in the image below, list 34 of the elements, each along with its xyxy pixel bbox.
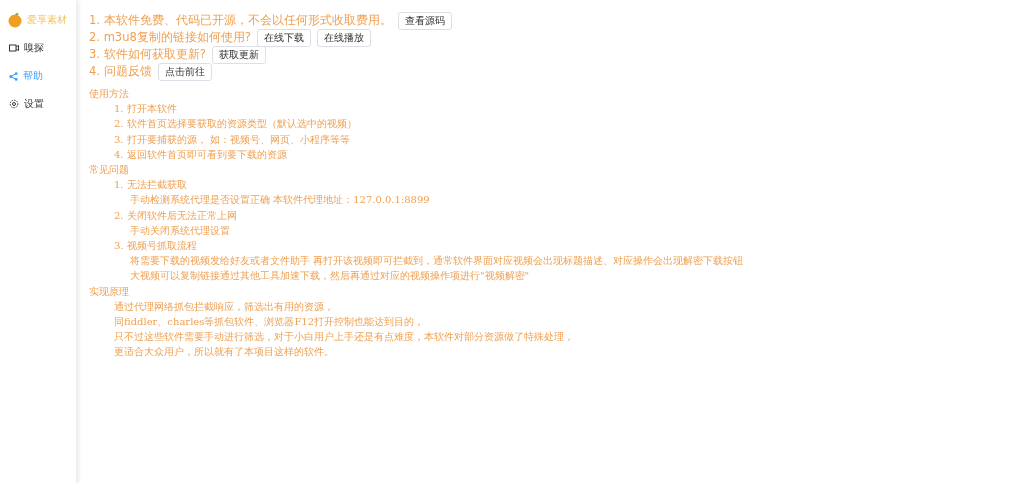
share-icon: [9, 71, 18, 81]
action-button[interactable]: 点击前往: [157, 62, 212, 81]
note-text: 大视频可以复制链接通过其他工具加速下载，然后再通过对应的视频操作项进行"视频解密": [129, 269, 531, 284]
paragraph-line: 更适合大众用户，所以就有了本项目这样的软件。: [113, 345, 335, 360]
list-item: 3. 打开要捕获的源， 如：视频号、网页、小程序等等: [113, 132, 351, 147]
nav-item[interactable]: 嗅探: [0, 34, 76, 62]
list-item: 2. 软件首页选择要获取的资源类型（默认选中的视频）: [113, 117, 358, 132]
action-button[interactable]: 查看源码: [397, 11, 452, 30]
paragraph-line: 通过代理网络抓包拦截响应，筛选出有用的资源，: [113, 299, 335, 314]
faq-question: 2. m3u8复制的链接如何使用?: [89, 30, 251, 45]
settings-icon: [9, 99, 19, 109]
action-button[interactable]: 在线下载: [256, 28, 311, 47]
section-title: 实现原理: [89, 284, 130, 299]
section-title: 使用方法: [89, 87, 130, 101]
video-camera-icon: [9, 44, 19, 52]
faq-question: 4. 问题反馈: [89, 64, 152, 79]
list-item: 1. 无法拦截获取: [113, 178, 188, 193]
list-item: 1. 打开本软件: [113, 102, 178, 117]
note-text: 手动关闭系统代理设置: [129, 223, 231, 238]
app-name: 爱享素材: [27, 13, 67, 27]
note-text: 手动检测系统代理是否设置正确 本软件代理地址：127.0.0.1:8899: [129, 193, 431, 208]
note-text: 将需要下载的视频发给好友或者文件助手 再打开该视频即可拦截到，通常软件界面对应视频会出现标题描述、对应操作会出现解密下载按钮: [129, 254, 745, 269]
action-button[interactable]: 在线播放: [316, 28, 371, 47]
nav-item[interactable]: 设置: [0, 90, 76, 118]
faq-question: 3. 软件如何获取更新?: [89, 47, 206, 62]
list-item: 4. 返回软件首页即可看到要下载的资源: [113, 147, 288, 162]
paragraph-line: 同fiddler、charles等抓包软件、浏览器F12打开控制也能达到目的，: [113, 315, 426, 330]
list-item: 3. 视频号抓取流程: [113, 239, 198, 254]
action-button[interactable]: 获取更新: [211, 45, 266, 64]
section-title: 常见问题: [89, 163, 130, 177]
fruit-logo-icon: [7, 12, 23, 28]
paragraph-line: 只不过这些软件需要手动进行筛选，对于小白用户上手还是有点难度，本软件对部分资源做了特殊处理，: [113, 330, 575, 345]
faq-question: 1. 本软件免费、代码已开源，不会以任何形式收取费用。: [89, 13, 392, 28]
list-item: 2. 关闭软件后无法正常上网: [113, 208, 238, 223]
